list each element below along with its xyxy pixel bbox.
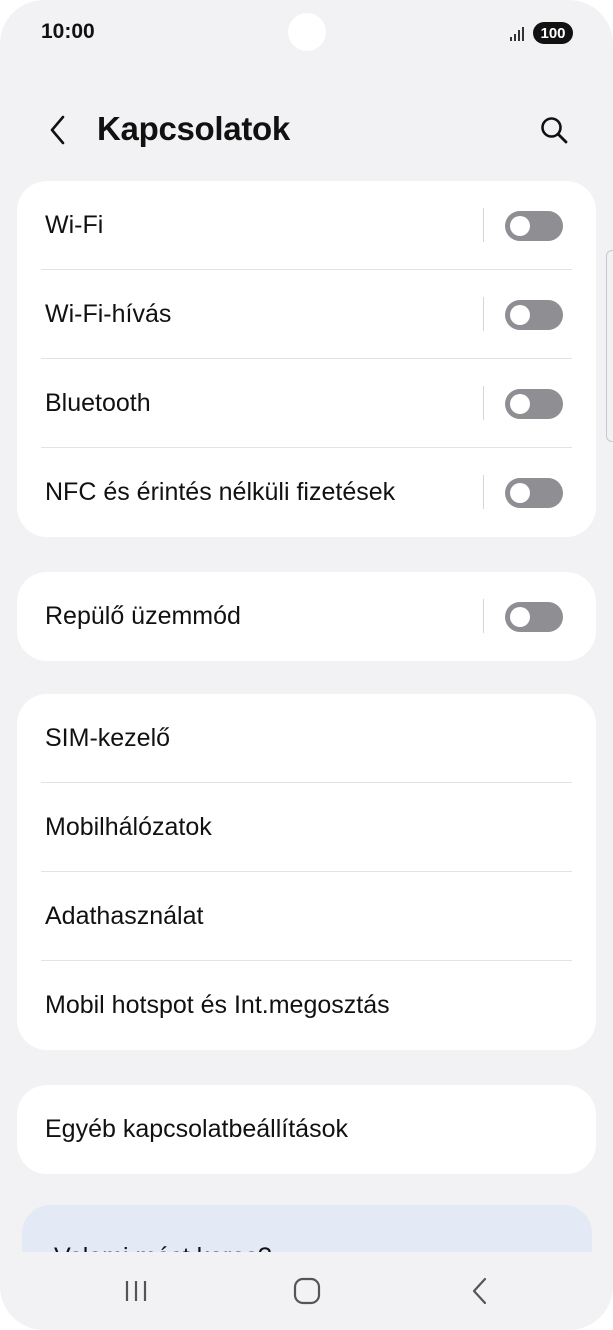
battery-level: 100 [540,24,566,42]
divider [483,475,484,509]
other-settings-label: Egyéb kapcsolatbeállítások [45,1115,348,1143]
wifi-label: Wi-Fi [45,211,104,239]
navigation-bar [0,1252,613,1330]
bluetooth-label: Bluetooth [45,389,151,417]
divider [483,297,484,331]
toggle-knob [510,394,530,414]
home-icon [293,1277,321,1305]
wifi-calling-label: Wi-Fi-hívás [45,300,172,328]
back-button[interactable] [36,108,80,152]
nfc-row[interactable]: NFC és érintés nélküli fizetések [17,448,596,537]
data-usage-row[interactable]: Adathasználat [17,872,596,961]
wifi-toggle[interactable] [505,211,563,241]
status-time: 10:00 [41,20,95,43]
data-usage-label: Adathasználat [45,902,204,930]
other-settings-row[interactable]: Egyéb kapcsolatbeállítások [17,1085,596,1174]
nfc-label: NFC és érintés nélküli fizetések [45,478,396,506]
connections-card: Wi-Fi Wi-Fi-hívás Bluetooth NFC és érint… [17,181,596,537]
airplane-mode-label: Repülő üzemmód [45,602,241,630]
wifi-row[interactable]: Wi-Fi [17,181,596,270]
home-button[interactable] [277,1266,337,1316]
toggle-knob [510,305,530,325]
signal-icon [510,27,524,41]
sim-manager-row[interactable]: SIM-kezelő [17,694,596,783]
sim-manager-label: SIM-kezelő [45,724,171,752]
back-icon [50,115,65,145]
wifi-calling-row[interactable]: Wi-Fi-hívás [17,270,596,359]
recent-apps-button[interactable] [106,1266,166,1316]
mobile-networks-label: Mobilhálózatok [45,813,212,841]
network-card: SIM-kezelő Mobilhálózatok Adathasználat … [17,694,596,1050]
page-title: Kapcsolatok [97,110,290,147]
back-nav-button[interactable] [450,1266,510,1316]
toggle-knob [510,483,530,503]
hotspot-row[interactable]: Mobil hotspot és Int.megosztás [17,961,596,1050]
wifi-calling-toggle[interactable] [505,300,563,330]
camera-cutout [288,13,326,51]
divider [483,599,484,633]
bluetooth-toggle[interactable] [505,389,563,419]
scroll-indicator[interactable] [606,250,613,442]
divider [483,208,484,242]
toggle-knob [510,216,530,236]
search-button[interactable] [532,108,576,152]
nfc-toggle[interactable] [505,478,563,508]
divider [483,386,484,420]
search-icon [541,117,568,144]
bluetooth-row[interactable]: Bluetooth [17,359,596,448]
toggle-knob [510,607,530,627]
phone-screen: 10:00 100 Kapcsolatok Wi-Fi Wi-Fi-hívás [0,0,613,1330]
hotspot-label: Mobil hotspot és Int.megosztás [45,991,390,1019]
airplane-mode-toggle[interactable] [505,602,563,632]
mobile-networks-row[interactable]: Mobilhálózatok [17,783,596,872]
back-nav-icon [472,1277,487,1305]
recent-apps-icon [125,1281,147,1301]
airplane-card: Repülő üzemmód [17,572,596,661]
airplane-mode-row[interactable]: Repülő üzemmód [17,572,596,661]
battery-icon: 100 [533,22,573,44]
other-settings-card: Egyéb kapcsolatbeállítások [17,1085,596,1174]
